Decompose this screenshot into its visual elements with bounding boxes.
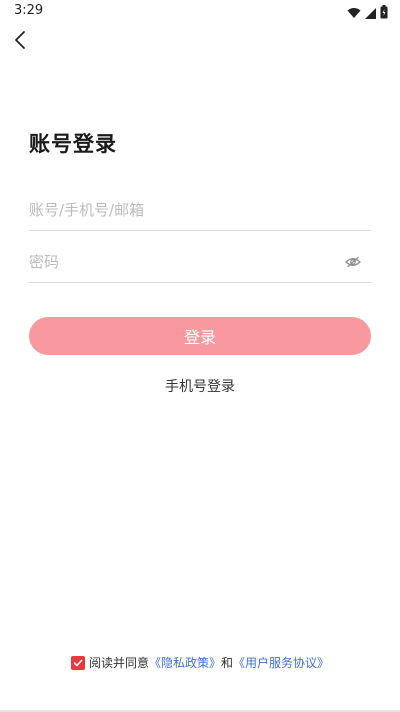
agreement-prefix: 阅读并同意 xyxy=(88,656,149,670)
status-time: 3:29 xyxy=(14,3,44,18)
privacy-policy-link[interactable]: 《隐私政策》 xyxy=(149,654,221,671)
status-icons xyxy=(347,4,388,23)
check-icon xyxy=(73,659,83,666)
wifi-icon xyxy=(347,4,361,23)
battery-icon xyxy=(380,4,388,23)
login-screen: 3:29 账号登录 账号/手机号/邮箱 登录 手机号登录 阅读并同意 《隐私政策… xyxy=(0,0,400,712)
signal-icon xyxy=(365,4,376,23)
account-field xyxy=(29,191,371,231)
agreement-connector: 和 xyxy=(221,656,234,670)
terms-of-service-link[interactable]: 《用户服务协议》 xyxy=(233,654,329,671)
agreement-row: 阅读并同意 《隐私政策》 和 《用户服务协议》 xyxy=(0,654,400,671)
agreement-checkbox[interactable] xyxy=(70,655,85,670)
password-input[interactable] xyxy=(29,243,329,281)
login-button[interactable]: 登录 xyxy=(29,317,371,355)
back-button[interactable] xyxy=(6,28,34,56)
phone-login-link[interactable]: 手机号登录 xyxy=(0,376,400,396)
account-input[interactable] xyxy=(29,191,329,229)
status-bar: 3:29 xyxy=(0,0,400,24)
page-title: 账号登录 xyxy=(29,132,117,156)
password-field xyxy=(29,243,371,283)
chevron-left-icon xyxy=(13,30,27,54)
eye-icon[interactable] xyxy=(345,254,361,270)
